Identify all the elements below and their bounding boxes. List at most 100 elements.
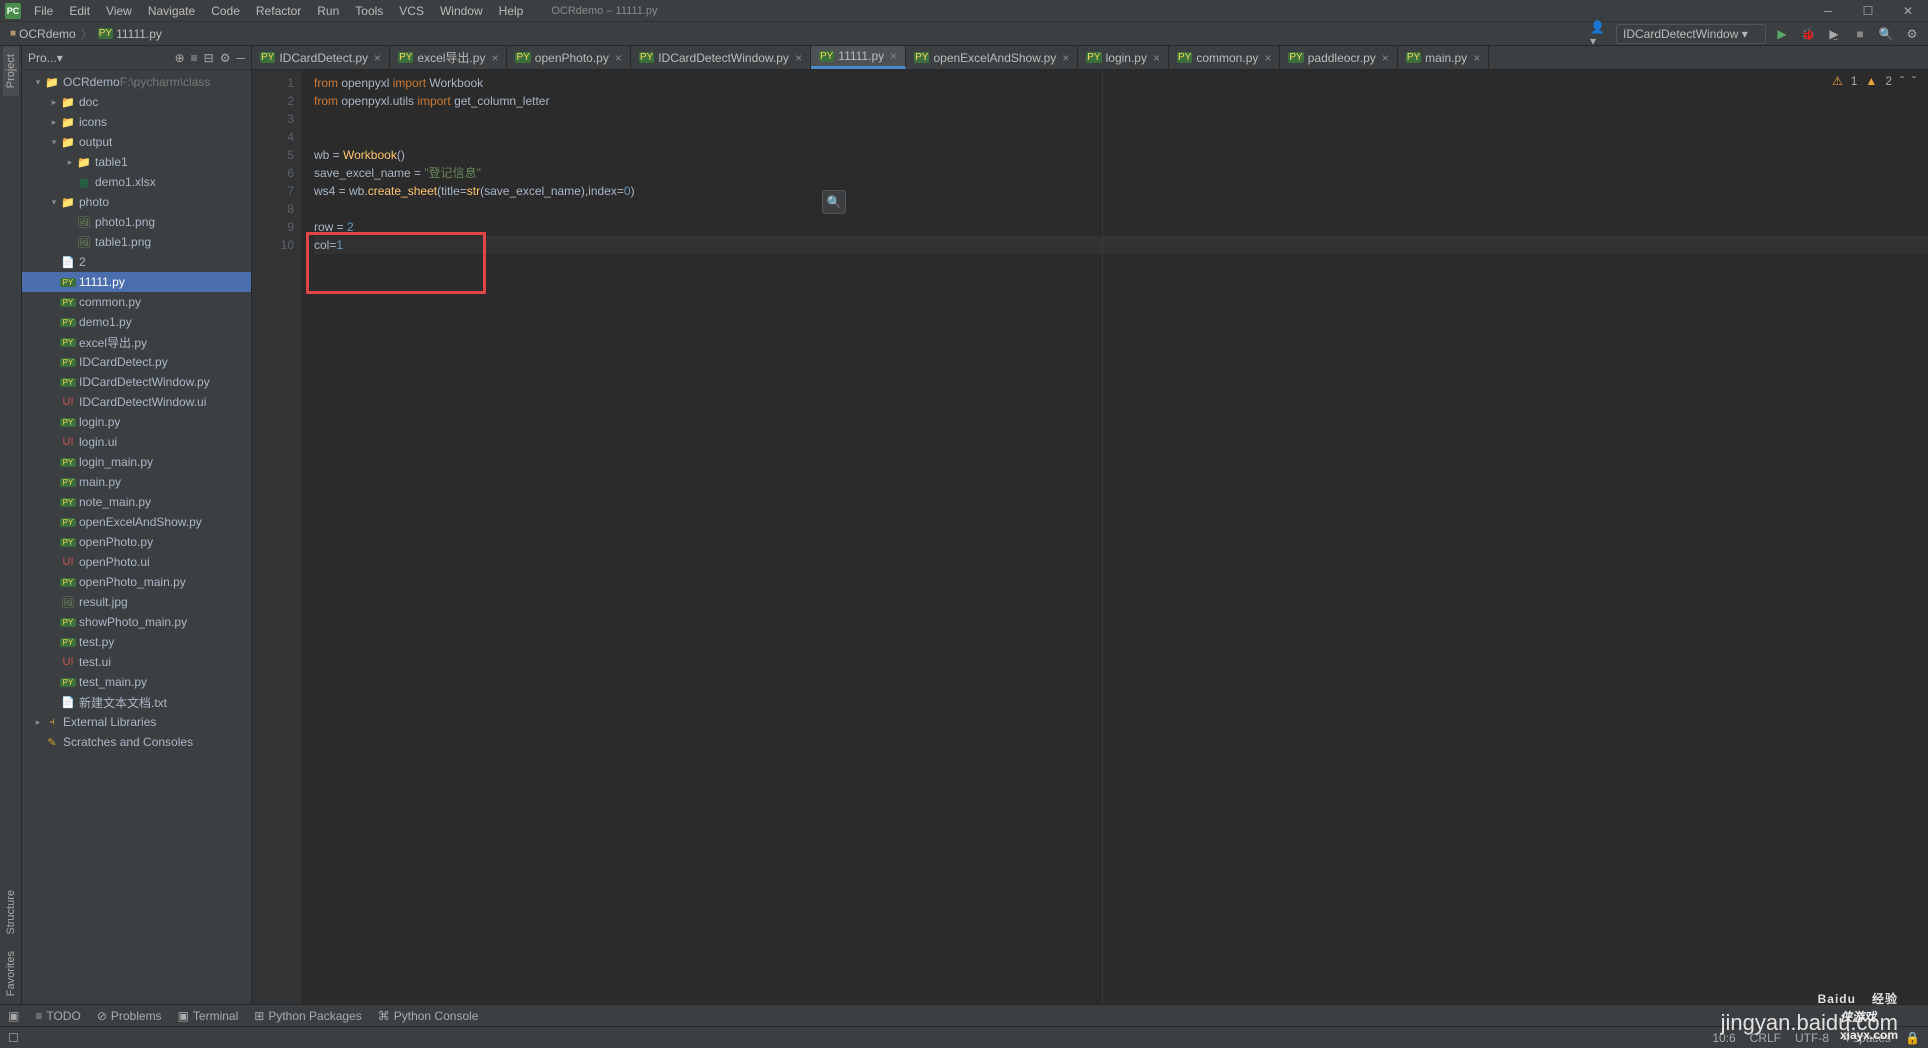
close-icon[interactable]: × (374, 51, 381, 65)
code-line-6[interactable]: save_excel_name = "登记信息" (314, 164, 1928, 182)
tree-item-output[interactable]: ▾📁output (22, 132, 251, 152)
close-icon[interactable]: × (890, 49, 897, 63)
tree-item-login_main.py[interactable]: PYlogin_main.py (22, 452, 251, 472)
maximize-button[interactable]: ☐ (1848, 0, 1888, 22)
tree-item-result.jpg[interactable]: 🖼result.jpg (22, 592, 251, 612)
tree-item-photo[interactable]: ▾📁photo (22, 192, 251, 212)
close-icon[interactable]: × (1264, 51, 1271, 65)
tree-item-11111.py[interactable]: PY11111.py (22, 272, 251, 292)
debug-button[interactable]: 🐞 (1798, 24, 1818, 44)
menu-run[interactable]: Run (309, 1, 347, 21)
tree-item-showPhoto_main.py[interactable]: PYshowPhoto_main.py (22, 612, 251, 632)
tree-item-demo1.xlsx[interactable]: ▦demo1.xlsx (22, 172, 251, 192)
menu-navigate[interactable]: Navigate (140, 1, 203, 21)
tree-item-2[interactable]: 📄2 (22, 252, 251, 272)
close-icon[interactable]: × (795, 51, 802, 65)
menu-refactor[interactable]: Refactor (248, 1, 309, 21)
tree-item-icons[interactable]: ▸📁icons (22, 112, 251, 132)
minimize-button[interactable]: ─ (1808, 0, 1848, 22)
code-line-4[interactable] (314, 128, 1928, 146)
tree-item-IDCardDetect.py[interactable]: PYIDCardDetect.py (22, 352, 251, 372)
user-icon[interactable]: 👤▾ (1590, 24, 1610, 44)
close-icon[interactable]: × (1153, 51, 1160, 65)
code-area[interactable]: ⚠1 ▲2 ˆ ˇ from openpyxl import Workbookf… (302, 70, 1928, 1004)
code-line-10[interactable]: col=1 (314, 236, 1928, 254)
tree-item-excel导出.py[interactable]: PYexcel导出.py (22, 332, 251, 352)
code-line-1[interactable]: from openpyxl import Workbook (314, 74, 1928, 92)
run-config-select[interactable]: IDCardDetectWindow ▾ (1616, 24, 1766, 44)
settings-icon[interactable]: ⚙ (220, 51, 231, 65)
close-icon[interactable]: × (615, 51, 622, 65)
tab-main.py[interactable]: PYmain.py× (1398, 46, 1489, 69)
run-button[interactable]: ▶ (1772, 24, 1792, 44)
close-icon[interactable]: × (1473, 51, 1480, 65)
tree-item-IDCardDetectWindow.ui[interactable]: UIIDCardDetectWindow.ui (22, 392, 251, 412)
code-line-7[interactable]: ws4 = wb.create_sheet(title=str(save_exc… (314, 182, 1928, 200)
todo-tool[interactable]: ≡ TODO (35, 1009, 80, 1023)
stop-button[interactable]: ■ (1850, 24, 1870, 44)
menu-file[interactable]: File (26, 1, 61, 21)
tab-paddleocr.py[interactable]: PYpaddleocr.py× (1280, 46, 1397, 69)
tab-openExcelAndShow.py[interactable]: PYopenExcelAndShow.py× (906, 46, 1078, 69)
expand-all-icon[interactable]: ≡ (191, 51, 198, 65)
tree-item-test.ui[interactable]: UItest.ui (22, 652, 251, 672)
tree-item-openPhoto.py[interactable]: PYopenPhoto.py (22, 532, 251, 552)
menu-window[interactable]: Window (432, 1, 491, 21)
tab-login.py[interactable]: PYlogin.py× (1078, 46, 1169, 69)
menu-vcs[interactable]: VCS (391, 1, 432, 21)
menu-code[interactable]: Code (203, 1, 248, 21)
tree-item-common.py[interactable]: PYcommon.py (22, 292, 251, 312)
line-separator[interactable]: CRLF (1750, 1031, 1781, 1045)
code-line-8[interactable] (314, 200, 1928, 218)
tree-item-Scratches and Consoles[interactable]: ✎Scratches and Consoles (22, 732, 251, 752)
terminal-tool[interactable]: ▣ Terminal (178, 1009, 239, 1023)
close-icon[interactable]: × (1062, 51, 1069, 65)
tree-item-login.ui[interactable]: UIlogin.ui (22, 432, 251, 452)
tab-IDCardDetectWindow.py[interactable]: PYIDCardDetectWindow.py× (631, 46, 811, 69)
python-console-tool[interactable]: ⌘ Python Console (378, 1009, 479, 1023)
tree-item-doc[interactable]: ▸📁doc (22, 92, 251, 112)
tree-item-OCRdemo[interactable]: ▾📁OCRdemo F:\pycharm\class (22, 72, 251, 92)
tree-item-openPhoto.ui[interactable]: UIopenPhoto.ui (22, 552, 251, 572)
close-icon[interactable]: × (1382, 51, 1389, 65)
tree-item-新建文本文档.txt[interactable]: 📄新建文本文档.txt (22, 692, 251, 712)
tree-item-openPhoto_main.py[interactable]: PYopenPhoto_main.py (22, 572, 251, 592)
caret-position[interactable]: 10:6 (1712, 1031, 1735, 1045)
problems-tool[interactable]: ⊘ Problems (97, 1009, 162, 1023)
tree-item-main.py[interactable]: PYmain.py (22, 472, 251, 492)
settings-button[interactable]: ⚙ (1902, 24, 1922, 44)
tree-item-test.py[interactable]: PYtest.py (22, 632, 251, 652)
python-packages-tool[interactable]: ⊞ Python Packages (254, 1009, 361, 1023)
chevron-up-icon[interactable]: ˆ (1900, 74, 1904, 88)
collapse-all-icon[interactable]: ⊟ (204, 51, 214, 65)
tree-item-login.py[interactable]: PYlogin.py (22, 412, 251, 432)
code-line-2[interactable]: from openpyxl.utils import get_column_le… (314, 92, 1928, 110)
tab-excel导出.py[interactable]: PYexcel导出.py× (390, 46, 507, 69)
tab-IDCardDetect.py[interactable]: PYIDCardDetect.py× (252, 46, 390, 69)
chevron-down-icon[interactable]: ˇ (1912, 74, 1916, 88)
tree-item-note_main.py[interactable]: PYnote_main.py (22, 492, 251, 512)
menu-view[interactable]: View (98, 1, 140, 21)
close-icon[interactable]: × (491, 51, 498, 65)
select-opened-file-icon[interactable]: ⊕ (175, 51, 185, 65)
tree-item-table1.png[interactable]: 🖼table1.png (22, 232, 251, 252)
tab-openPhoto.py[interactable]: PYopenPhoto.py× (507, 46, 630, 69)
project-tool-tab[interactable]: Project (3, 46, 19, 96)
breadcrumb-root[interactable]: ■ OCRdemo (6, 25, 80, 43)
read-only-toggle[interactable]: 🔒 (1905, 1031, 1920, 1045)
menu-edit[interactable]: Edit (61, 1, 98, 21)
tab-11111.py[interactable]: PY11111.py× (811, 46, 906, 69)
breadcrumb-file[interactable]: PY 11111.py (94, 25, 166, 43)
code-line-5[interactable]: wb = Workbook() (314, 146, 1928, 164)
file-encoding[interactable]: UTF-8 (1795, 1031, 1829, 1045)
tree-item-test_main.py[interactable]: PYtest_main.py (22, 672, 251, 692)
search-lens-widget[interactable]: 🔍 (822, 190, 846, 214)
structure-tool-tab[interactable]: Structure (3, 882, 19, 943)
inspection-widget[interactable]: ⚠1 ▲2 ˆ ˇ (1832, 74, 1916, 88)
menu-tools[interactable]: Tools (347, 1, 391, 21)
tab-common.py[interactable]: PYcommon.py× (1169, 46, 1280, 69)
code-line-3[interactable] (314, 110, 1928, 128)
tree-item-External Libraries[interactable]: ▸⫞External Libraries (22, 712, 251, 732)
project-view-select[interactable]: Pro...▾ (28, 51, 63, 65)
run-with-coverage-button[interactable]: ▶̤ (1824, 24, 1844, 44)
